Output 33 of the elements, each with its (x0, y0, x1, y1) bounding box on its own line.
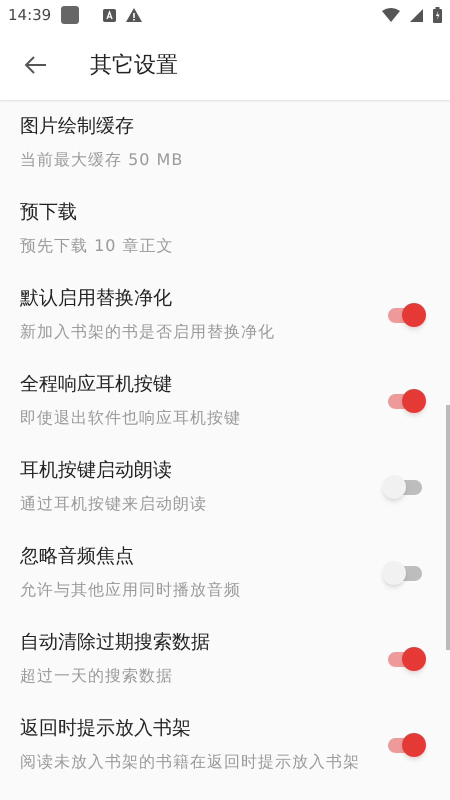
setting-summary: 预先下载 10 章正文 (20, 235, 175, 257)
setting-title: 预下载 (20, 200, 78, 225)
signal-icon (410, 8, 423, 22)
settings-row[interactable]: 返回时提示放入书架 阅读未放入书架的书籍在返回时提示放入书架 (0, 702, 450, 788)
setting-title: 自动清除过期搜索数据 (20, 630, 211, 655)
settings-row[interactable]: 默认启用替换净化 新加入书架的书是否启用替换净化 (0, 272, 450, 358)
status-time: 14:39 (8, 4, 52, 26)
settings-row[interactable]: 图片绘制缓存 当前最大缓存 50 MB (0, 100, 450, 186)
setting-title: 全程响应耳机按键 (20, 372, 173, 397)
page-title: 其它设置 (90, 52, 178, 80)
setting-title: 忽略音频焦点 (20, 544, 135, 569)
app-notification-icon (61, 6, 80, 24)
battery-icon (433, 7, 442, 23)
settings-row[interactable]: 自动清除过期搜索数据 超过一天的搜索数据 (0, 616, 450, 702)
setting-summary: 通过耳机按键来启动朗读 (20, 493, 208, 515)
settings-row[interactable]: 全程响应耳机按键 即使退出软件也响应耳机按键 (0, 358, 450, 444)
keyboard-icon (103, 8, 116, 22)
settings-row[interactable]: 耳机按键启动朗读 通过耳机按键来启动朗读 (0, 444, 450, 530)
setting-summary: 允许与其他应用同时播放音频 (20, 579, 242, 601)
back-arrow-icon (25, 56, 47, 74)
setting-summary: 即使退出软件也响应耳机按键 (20, 407, 242, 429)
setting-summary: 当前最大缓存 50 MB (20, 149, 184, 171)
setting-summary: 新加入书架的书是否启用替换净化 (20, 321, 276, 343)
setting-title: 默认启用替换净化 (20, 286, 173, 311)
settings-row[interactable]: 预下载 预先下载 10 章正文 (0, 186, 450, 272)
setting-summary: 阅读未放入书架的书籍在返回时提示放入书架 (20, 751, 360, 773)
warning-icon (126, 8, 142, 22)
setting-summary: 超过一天的搜索数据 (20, 665, 174, 687)
wifi-icon (382, 8, 400, 22)
setting-title: 图片绘制缓存 (20, 114, 135, 139)
settings-row[interactable]: 忽略音频焦点 允许与其他应用同时播放音频 (0, 530, 450, 616)
setting-title: 耳机按键启动朗读 (20, 458, 173, 483)
setting-title: 返回时提示放入书架 (20, 716, 192, 741)
